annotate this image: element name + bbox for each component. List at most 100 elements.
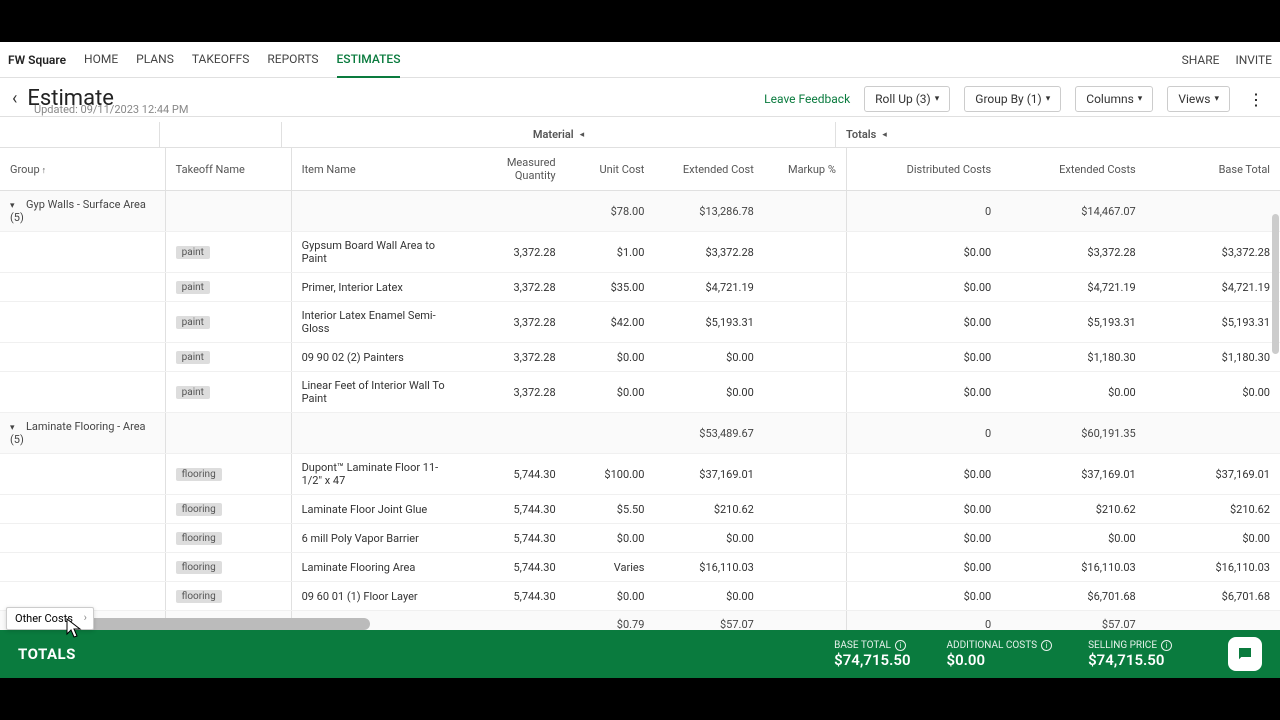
measured-qty: 5,744.30 (467, 553, 566, 582)
distributed-costs: $0.00 (846, 495, 1001, 524)
vertical-scrollbar[interactable] (1270, 214, 1280, 570)
extended-costs: $6,701.68 (1001, 582, 1146, 611)
table-row[interactable]: flooring6 mill Poly Vapor Barrier5,744.3… (0, 524, 1280, 553)
base-total: $5,193.31 (1146, 302, 1280, 343)
info-icon[interactable]: i (895, 640, 906, 651)
estimate-table-wrap: Group↑ Takeoff Name Item Name Measured Q… (0, 148, 1280, 630)
unit-cost: $35.00 (566, 273, 655, 302)
extended-costs: $210.62 (1001, 495, 1146, 524)
other-costs-button[interactable]: Other Costs (6, 607, 94, 630)
sort-asc-icon: ↑ (42, 166, 47, 176)
table-row[interactable]: flooringDupont™ Laminate Floor 11-1/2" x… (0, 454, 1280, 495)
item-name: Linear Feet of Interior Wall To Paint (291, 372, 466, 413)
extended-costs: $0.00 (1001, 524, 1146, 553)
column-group-row: Material ◂ Totals ◂ (0, 122, 1280, 148)
back-button[interactable]: ‹ (12, 88, 17, 109)
chat-button[interactable] (1228, 637, 1262, 671)
info-icon[interactable]: i (1041, 640, 1052, 651)
col-group[interactable]: Group↑ (0, 148, 165, 191)
col-extcosts[interactable]: Extended Costs (1001, 148, 1146, 191)
measured-qty: 5,744.30 (467, 495, 566, 524)
share-link[interactable]: SHARE (1182, 53, 1220, 67)
extended-cost: $210.62 (654, 495, 763, 524)
info-icon[interactable]: i (1161, 640, 1172, 651)
distributed-costs: $0.00 (846, 273, 1001, 302)
col-unit[interactable]: Unit Cost (566, 148, 655, 191)
base-total: $4,721.19 (1146, 273, 1280, 302)
table-row[interactable]: paintGypsum Board Wall Area to Paint3,37… (0, 232, 1280, 273)
totals-bar: TOTALS BASE TOTALi $74,715.50 ADDITIONAL… (0, 630, 1280, 678)
col-qty[interactable]: Measured Quantity (467, 148, 566, 191)
distributed-costs: $0.00 (846, 553, 1001, 582)
measured-qty: 3,372.28 (467, 273, 566, 302)
base-total-value: $74,715.50 (834, 651, 910, 669)
extended-cost: $4,721.19 (654, 273, 763, 302)
distributed-costs: $0.00 (846, 302, 1001, 343)
additional-costs-block: ADDITIONAL COSTSi $0.00 (947, 640, 1053, 669)
base-total: $0.00 (1146, 524, 1280, 553)
col-item[interactable]: Item Name (291, 148, 466, 191)
unit-cost: $42.00 (566, 302, 655, 343)
table-row[interactable]: flooringLaminate Floor Joint Glue5,744.3… (0, 495, 1280, 524)
nav-estimates[interactable]: ESTIMATES (337, 42, 401, 78)
table-row[interactable]: flooring09 60 01 (1) Floor Layer5,744.30… (0, 582, 1280, 611)
unit-cost: $100.00 (566, 454, 655, 495)
additional-costs-value: $0.00 (947, 651, 986, 669)
chevron-down-icon: ▾ (10, 423, 22, 433)
extended-cost: $0.00 (654, 582, 763, 611)
nav-plans[interactable]: PLANS (136, 42, 174, 78)
totals-colgroup-label: Totals (846, 128, 876, 141)
distributed-costs: $0.00 (846, 372, 1001, 413)
chevron-left-icon[interactable]: ◂ (882, 130, 887, 140)
chevron-down-icon: ▾ (10, 201, 22, 211)
extended-costs: $4,721.19 (1001, 273, 1146, 302)
horizontal-scrollbar[interactable] (70, 618, 370, 630)
col-base[interactable]: Base Total (1146, 148, 1280, 191)
base-total: $3,372.28 (1146, 232, 1280, 273)
col-markup[interactable]: Markup % (764, 148, 847, 191)
extended-cost: $16,110.03 (654, 553, 763, 582)
group-row[interactable]: ▾Gyp Walls - Surface Area (5)$78.00$13,2… (0, 191, 1280, 232)
extended-costs: $37,169.01 (1001, 454, 1146, 495)
nav-reports[interactable]: REPORTS (267, 42, 318, 78)
top-nav: FW Square HOME PLANS TAKEOFFS REPORTS ES… (0, 42, 1280, 78)
base-total-block: BASE TOTALi $74,715.50 (834, 640, 910, 669)
takeoff-tag: paint (176, 246, 210, 259)
item-name: 09 60 01 (1) Floor Layer (291, 582, 466, 611)
unit-cost: $5.50 (566, 495, 655, 524)
item-name: Primer, Interior Latex (291, 273, 466, 302)
item-name: 6 mill Poly Vapor Barrier (291, 524, 466, 553)
col-takeoff[interactable]: Takeoff Name (165, 148, 291, 191)
distributed-costs: $0.00 (846, 232, 1001, 273)
col-dist[interactable]: Distributed Costs (846, 148, 1001, 191)
takeoff-tag: flooring (176, 590, 222, 603)
measured-qty: 3,372.28 (467, 232, 566, 273)
base-total: $210.62 (1146, 495, 1280, 524)
invite-link[interactable]: INVITE (1235, 53, 1272, 67)
table-row[interactable]: flooringLaminate Flooring Area5,744.30Va… (0, 553, 1280, 582)
measured-qty: 5,744.30 (467, 524, 566, 553)
table-row[interactable]: paintPrimer, Interior Latex3,372.28$35.0… (0, 273, 1280, 302)
measured-qty: 3,372.28 (467, 302, 566, 343)
takeoff-tag: paint (176, 386, 210, 399)
extended-cost: $5,193.31 (654, 302, 763, 343)
brand: FW Square (8, 53, 66, 67)
table-row[interactable]: paintInterior Latex Enamel Semi-Gloss3,3… (0, 302, 1280, 343)
col-ext[interactable]: Extended Cost (654, 148, 763, 191)
estimate-table: Group↑ Takeoff Name Item Name Measured Q… (0, 148, 1280, 630)
nav-home[interactable]: HOME (84, 42, 118, 78)
chevron-left-icon[interactable]: ◂ (580, 130, 585, 140)
material-colgroup-label: Material (533, 128, 574, 141)
group-row[interactable]: ▾Laminate Flooring - Area (5)$53,489.670… (0, 413, 1280, 454)
nav-takeoffs[interactable]: TAKEOFFS (192, 42, 250, 78)
takeoff-tag: paint (176, 351, 210, 364)
selling-price-value: $74,715.50 (1088, 651, 1164, 669)
table-row[interactable]: paint09 90 02 (2) Painters3,372.28$0.00$… (0, 343, 1280, 372)
measured-qty: 3,372.28 (467, 343, 566, 372)
extended-cost: $0.00 (654, 372, 763, 413)
updated-label: Updated: 09/11/2023 12:44 PM (34, 103, 1280, 116)
extended-cost: $0.00 (654, 343, 763, 372)
takeoff-tag: flooring (176, 468, 222, 481)
table-row[interactable]: paint Linear Feet of Interior Wall To Pai… (0, 372, 1280, 413)
item-name: Laminate Flooring Area (291, 553, 466, 582)
